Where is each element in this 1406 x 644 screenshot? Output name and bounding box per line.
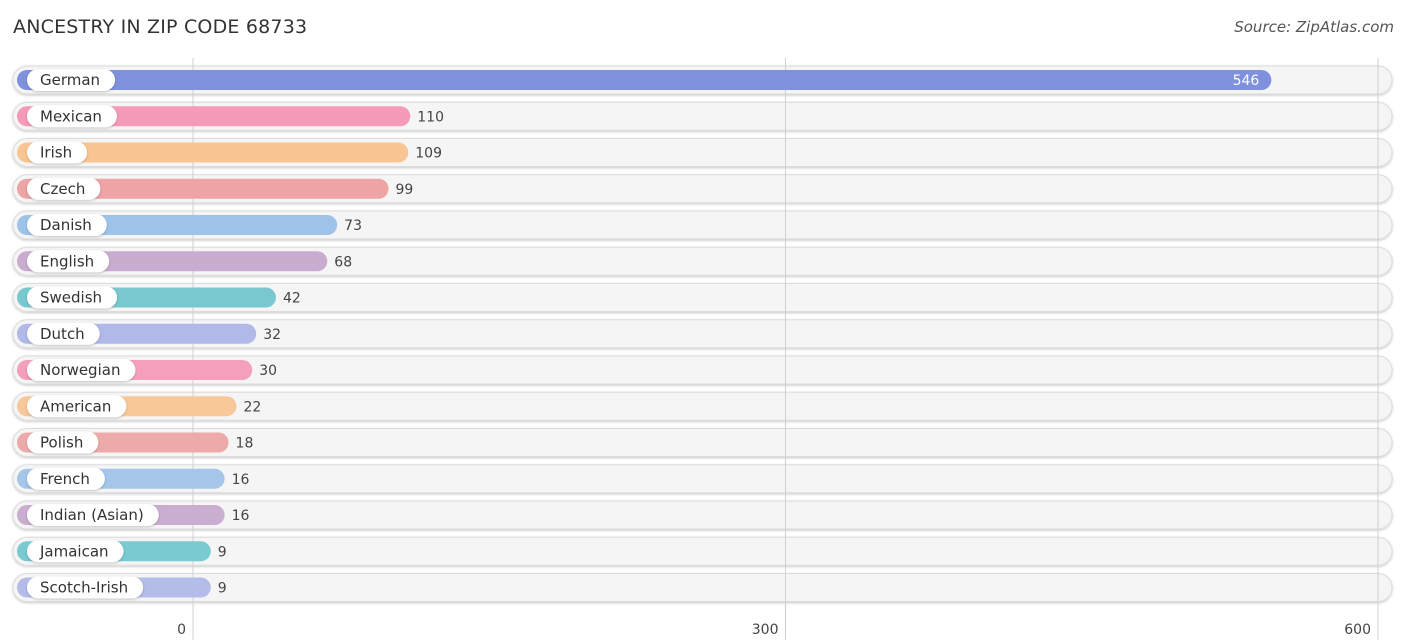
bar-group: Indian (Asian) 16 bbox=[17, 504, 250, 526]
category-label: Danish bbox=[40, 216, 92, 234]
value-label: 30 bbox=[259, 363, 277, 379]
value-label: 9 bbox=[218, 544, 227, 560]
category-label: Indian (Asian) bbox=[40, 506, 144, 524]
x-axis-ticks: 0 300 600 bbox=[177, 622, 1371, 638]
bar-group: American 22 bbox=[17, 395, 261, 418]
value-label: 68 bbox=[334, 254, 352, 270]
bar-group: Czech 99 bbox=[17, 177, 414, 200]
category-label: German bbox=[40, 71, 100, 89]
bar-group: German 546 bbox=[17, 69, 1272, 91]
category-label: French bbox=[40, 470, 90, 488]
bar-group: Dutch 32 bbox=[17, 322, 281, 345]
bar-group: Polish 18 bbox=[17, 431, 254, 454]
value-label: 9 bbox=[218, 581, 227, 597]
value-label: 22 bbox=[243, 399, 261, 415]
value-label: 16 bbox=[232, 508, 250, 524]
bar-group: Mexican 110 bbox=[17, 105, 444, 128]
category-label: Swedish bbox=[40, 289, 102, 307]
value-label: 99 bbox=[396, 182, 414, 198]
value-label: 32 bbox=[263, 327, 281, 343]
bar-group: Jamaican 9 bbox=[17, 540, 227, 563]
bar-group: Irish 109 bbox=[17, 141, 442, 164]
bar-chart: German 546Mexican 110Irish 109Czech 99Danish… bbox=[12, 58, 1393, 640]
bar-group: French 16 bbox=[17, 467, 250, 490]
value-label: 109 bbox=[415, 146, 442, 162]
category-label: English bbox=[40, 252, 94, 270]
category-label: Dutch bbox=[40, 325, 85, 343]
category-label: American bbox=[40, 397, 111, 415]
category-label: Mexican bbox=[40, 107, 102, 125]
bar-group: English 68 bbox=[17, 250, 352, 273]
bar bbox=[17, 70, 1272, 90]
value-label: 73 bbox=[344, 218, 362, 234]
x-tick-label: 0 bbox=[177, 622, 186, 638]
bar-group: Norwegian 30 bbox=[17, 359, 277, 381]
category-label: Irish bbox=[40, 144, 72, 162]
bar-group: Danish 73 bbox=[17, 214, 362, 236]
category-label: Jamaican bbox=[39, 542, 109, 560]
bar-group: Swedish 42 bbox=[17, 286, 301, 309]
value-label: 546 bbox=[1233, 73, 1260, 89]
value-label: 16 bbox=[232, 472, 250, 488]
value-label: 18 bbox=[236, 436, 254, 452]
x-tick-label: 300 bbox=[752, 622, 779, 638]
category-label: Czech bbox=[40, 180, 85, 198]
category-label: Polish bbox=[40, 434, 83, 452]
x-tick-label: 600 bbox=[1344, 622, 1371, 638]
bar-group: Scotch-Irish 9 bbox=[17, 576, 227, 599]
value-label: 42 bbox=[283, 291, 301, 307]
category-label: Norwegian bbox=[40, 361, 120, 379]
category-label: Scotch-Irish bbox=[40, 579, 128, 597]
value-label: 110 bbox=[417, 109, 444, 125]
